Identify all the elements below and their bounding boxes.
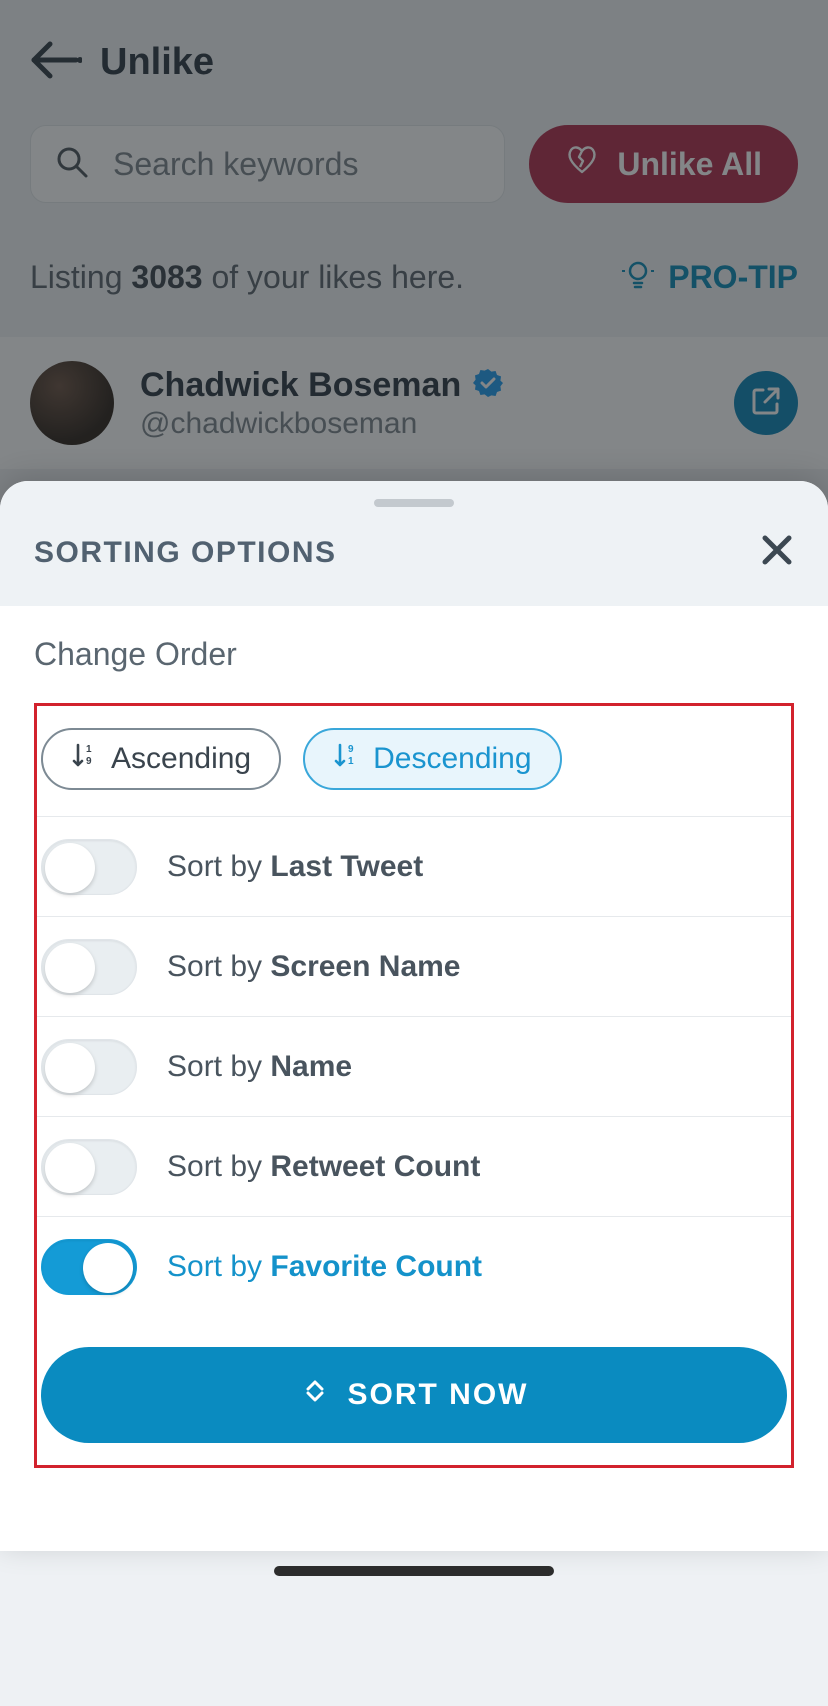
sort-option-toggle[interactable] xyxy=(41,1239,137,1295)
svg-text:9: 9 xyxy=(86,756,92,767)
svg-text:1: 1 xyxy=(348,756,354,767)
close-icon xyxy=(760,554,794,571)
ascending-pill[interactable]: 19 Ascending xyxy=(41,728,281,790)
sort-option-toggle[interactable] xyxy=(41,939,137,995)
sheet-title: SORTING OPTIONS xyxy=(34,536,337,570)
sort-option-label: Sort by Screen Name xyxy=(167,950,460,984)
sort-option-label: Sort by Favorite Count xyxy=(167,1250,482,1284)
sort-option-label: Sort by Last Tweet xyxy=(167,850,423,884)
sort-option-row: Sort by Favorite Count xyxy=(37,1217,791,1317)
sort-option-label: Sort by Retweet Count xyxy=(167,1150,480,1184)
sort-option-toggle[interactable] xyxy=(41,1039,137,1095)
sort-option-row: Sort by Screen Name xyxy=(37,917,791,1017)
sort-now-button[interactable]: SORT NOW xyxy=(41,1347,787,1443)
sort-option-toggle[interactable] xyxy=(41,839,137,895)
descending-pill[interactable]: 91 Descending xyxy=(303,728,561,790)
highlight-box: 19 Ascending 91 Descending Sort by Last … xyxy=(34,703,794,1468)
close-button[interactable] xyxy=(760,533,794,572)
change-order-label: Change Order xyxy=(34,636,794,673)
sort-icon xyxy=(300,1376,330,1414)
sort-option-label: Sort by Name xyxy=(167,1050,352,1084)
sort-option-row: Sort by Name xyxy=(37,1017,791,1117)
sort-option-row: Sort by Retweet Count xyxy=(37,1117,791,1217)
svg-text:9: 9 xyxy=(348,744,354,755)
sort-option-row: Sort by Last Tweet xyxy=(37,817,791,917)
sorting-options-sheet: SORTING OPTIONS Change Order 19 Ascendin… xyxy=(0,481,828,1551)
sort-now-label: SORT NOW xyxy=(348,1378,529,1412)
svg-text:1: 1 xyxy=(86,744,92,755)
descending-label: Descending xyxy=(373,742,531,776)
drag-handle[interactable] xyxy=(374,499,454,507)
sort-option-toggle[interactable] xyxy=(41,1139,137,1195)
home-indicator xyxy=(274,1566,554,1576)
sort-ascending-icon: 19 xyxy=(71,742,97,776)
ascending-label: Ascending xyxy=(111,742,251,776)
sort-descending-icon: 91 xyxy=(333,742,359,776)
